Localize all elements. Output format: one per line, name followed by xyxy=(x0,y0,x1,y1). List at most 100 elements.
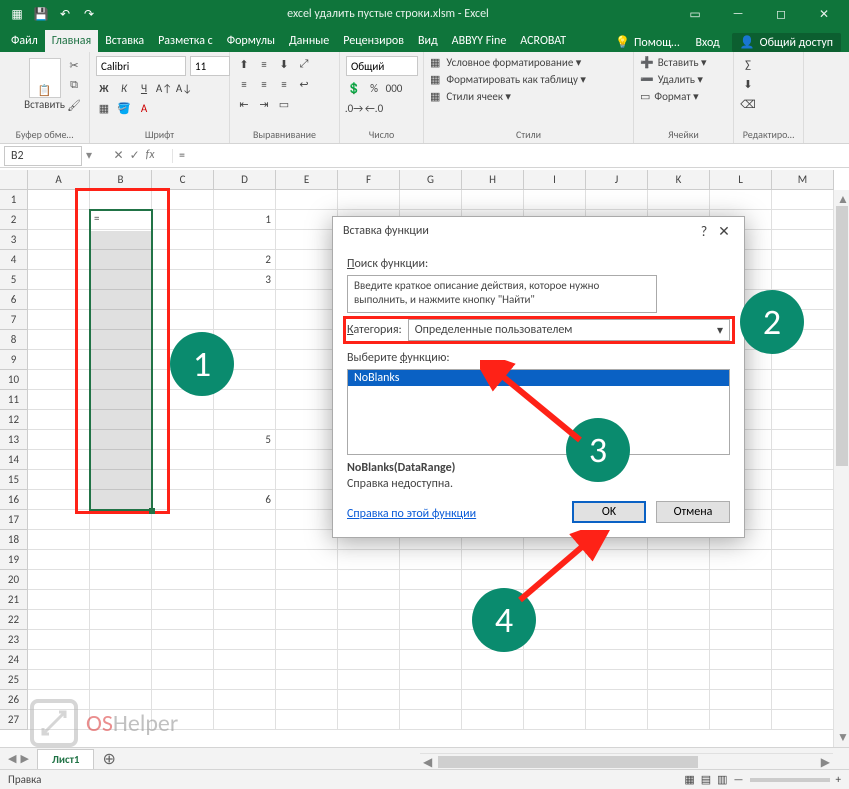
cell[interactable] xyxy=(276,510,338,530)
add-sheet-icon[interactable]: ⊕ xyxy=(94,749,123,769)
cell[interactable] xyxy=(710,610,772,630)
cell[interactable] xyxy=(710,550,772,570)
cell[interactable] xyxy=(586,630,648,650)
cell[interactable] xyxy=(772,470,834,490)
cell[interactable] xyxy=(772,710,834,730)
cell[interactable] xyxy=(214,630,276,650)
cell[interactable] xyxy=(152,190,214,210)
ok-button[interactable]: OK xyxy=(572,501,646,523)
row-header[interactable]: 17 xyxy=(0,510,28,530)
cell[interactable] xyxy=(152,610,214,630)
cell[interactable] xyxy=(152,210,214,230)
cell[interactable] xyxy=(28,570,90,590)
cell[interactable] xyxy=(462,650,524,670)
row-header[interactable]: 26 xyxy=(0,690,28,710)
cell[interactable] xyxy=(710,190,772,210)
cell[interactable] xyxy=(90,470,152,490)
borders-icon[interactable]: ▦ xyxy=(96,100,112,116)
increase-font-icon[interactable]: A↑ xyxy=(156,80,172,96)
cell-styles-icon[interactable]: ▦ xyxy=(430,90,440,103)
maximize-icon[interactable]: ◻ xyxy=(760,3,802,25)
align-left-icon[interactable]: ≡ xyxy=(236,76,252,92)
sheet-nav-prev-icon[interactable]: ◀ xyxy=(8,752,16,765)
delete-cells-button[interactable]: Удалить ▾ xyxy=(658,73,703,86)
vertical-scrollbar[interactable]: ▲▼ xyxy=(833,190,849,747)
column-header[interactable]: E xyxy=(276,170,338,190)
cell[interactable] xyxy=(276,530,338,550)
cell[interactable] xyxy=(524,630,586,650)
cell[interactable] xyxy=(338,670,400,690)
cell[interactable] xyxy=(214,590,276,610)
column-header[interactable]: C xyxy=(152,170,214,190)
zoom-out-icon[interactable]: — xyxy=(734,773,744,786)
clear-icon[interactable]: ⌫ xyxy=(740,96,756,112)
cell[interactable] xyxy=(28,210,90,230)
cell[interactable] xyxy=(648,670,710,690)
row-header[interactable]: 12 xyxy=(0,410,28,430)
tab-acrobat[interactable]: ACROBAT xyxy=(513,30,573,52)
cell[interactable] xyxy=(152,570,214,590)
column-header[interactable]: B xyxy=(90,170,152,190)
cell[interactable] xyxy=(28,330,90,350)
font-name[interactable] xyxy=(96,56,186,76)
cell[interactable] xyxy=(214,530,276,550)
cell[interactable] xyxy=(152,650,214,670)
tab-formulas[interactable]: Формулы xyxy=(220,30,282,52)
cell[interactable] xyxy=(772,390,834,410)
cell[interactable] xyxy=(152,290,214,310)
cell[interactable] xyxy=(338,690,400,710)
cell[interactable] xyxy=(276,490,338,510)
cell[interactable] xyxy=(400,630,462,650)
row-header[interactable]: 5 xyxy=(0,270,28,290)
percent-icon[interactable]: % xyxy=(366,80,382,96)
cell[interactable] xyxy=(28,350,90,370)
cell[interactable] xyxy=(28,530,90,550)
cell[interactable] xyxy=(276,450,338,470)
cell[interactable] xyxy=(772,690,834,710)
cell[interactable] xyxy=(90,270,152,290)
cond-format-button[interactable]: Условное форматирование ▾ xyxy=(446,56,581,69)
tab-home[interactable]: Главная xyxy=(45,30,98,52)
sign-in[interactable]: Вход xyxy=(691,34,723,52)
cell[interactable] xyxy=(90,250,152,270)
cell[interactable] xyxy=(90,610,152,630)
close-icon[interactable]: ✕ xyxy=(803,3,845,25)
row-header[interactable]: 19 xyxy=(0,550,28,570)
decrease-decimal-icon[interactable]: ←.0 xyxy=(366,100,382,116)
cell[interactable] xyxy=(648,570,710,590)
cell[interactable] xyxy=(276,630,338,650)
cell[interactable] xyxy=(276,650,338,670)
cell[interactable] xyxy=(586,570,648,590)
cell[interactable] xyxy=(400,650,462,670)
row-header[interactable]: 21 xyxy=(0,590,28,610)
cell[interactable] xyxy=(214,690,276,710)
cell[interactable] xyxy=(772,490,834,510)
cell[interactable] xyxy=(28,550,90,570)
cell[interactable] xyxy=(214,570,276,590)
cell[interactable] xyxy=(152,410,214,430)
cell[interactable] xyxy=(462,550,524,570)
cell[interactable] xyxy=(214,670,276,690)
column-header[interactable]: D xyxy=(214,170,276,190)
cell[interactable] xyxy=(338,630,400,650)
cell[interactable] xyxy=(586,650,648,670)
cell[interactable] xyxy=(214,410,276,430)
cell[interactable] xyxy=(772,670,834,690)
fill-icon[interactable]: ⬇ xyxy=(740,76,756,92)
cell[interactable] xyxy=(276,370,338,390)
cell[interactable] xyxy=(90,310,152,330)
cell[interactable] xyxy=(90,290,152,310)
tab-file[interactable]: Файл xyxy=(4,30,45,52)
cell[interactable] xyxy=(586,550,648,570)
cell[interactable] xyxy=(772,370,834,390)
dialog-close-icon[interactable]: ✕ xyxy=(714,223,734,240)
cell[interactable] xyxy=(276,430,338,450)
save-icon[interactable]: 💾 xyxy=(30,3,52,25)
cell[interactable] xyxy=(90,450,152,470)
cell[interactable] xyxy=(772,430,834,450)
cell[interactable] xyxy=(90,590,152,610)
row-header[interactable]: 25 xyxy=(0,670,28,690)
search-function-input[interactable]: Введите краткое описание действия, котор… xyxy=(347,275,657,313)
cell[interactable]: 5 xyxy=(214,430,276,450)
cell[interactable] xyxy=(524,710,586,730)
